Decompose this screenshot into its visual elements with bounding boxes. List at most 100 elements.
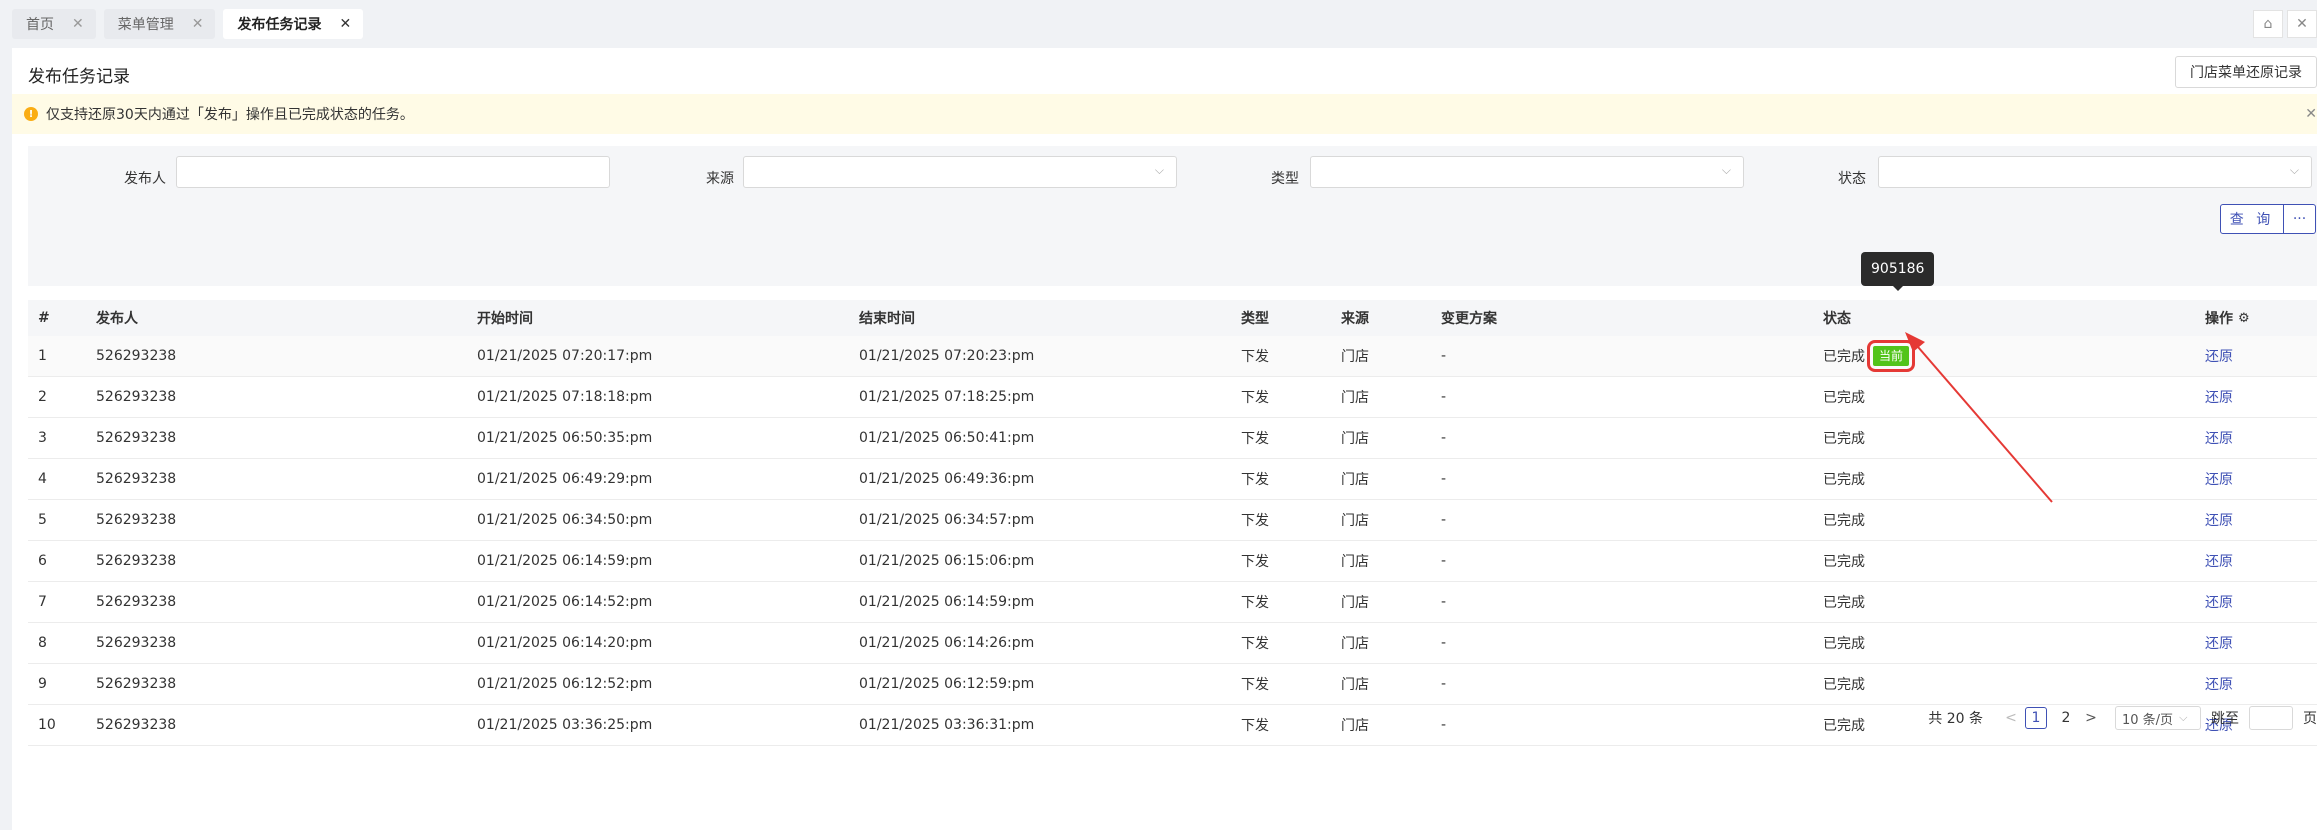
cell-type: 下发 — [1241, 513, 1269, 529]
restore-link[interactable]: 还原 — [2205, 623, 2233, 663]
cell-end-time: 01/21/2025 07:20:23:pm — [859, 348, 1035, 364]
next-page-icon[interactable]: > — [2081, 710, 2101, 726]
restore-link[interactable]: 还原 — [2205, 377, 2233, 417]
cell-source: 门店 — [1341, 718, 1369, 734]
header-source: 来源 — [1341, 311, 1369, 327]
chevron-down-icon: ⌵ — [2289, 163, 2299, 177]
page-1[interactable]: 1 — [2025, 707, 2047, 729]
cell-source: 门店 — [1341, 554, 1369, 570]
jump-page-input[interactable] — [2249, 706, 2293, 730]
restore-link[interactable]: 还原 — [2205, 459, 2233, 499]
cell-index: 5 — [38, 512, 47, 528]
table-header: # 发布人 开始时间 结束时间 类型 来源 变更方案 状态 操作 ⚙ — [28, 300, 2317, 336]
tabbar-actions: ⌂ ✕ — [2249, 10, 2317, 38]
page-title: 发布任务记录 — [28, 67, 130, 87]
more-button[interactable]: ··· — [2284, 204, 2316, 234]
cell-type: 下发 — [1241, 636, 1269, 652]
cell-type: 下发 — [1241, 554, 1269, 570]
gear-icon[interactable]: ⚙ — [2238, 311, 2250, 326]
warning-icon: ! — [24, 107, 38, 121]
cell-publisher: 526293238 — [96, 389, 177, 405]
close-icon[interactable]: ✕ — [192, 17, 204, 31]
restore-link[interactable]: 还原 — [2205, 336, 2233, 376]
restore-link[interactable]: 还原 — [2205, 541, 2233, 581]
cell-change-plan: - — [1441, 471, 1447, 487]
pagination: 共 20 条 < 1 2 > 10 条/页 ⌵ 跳至 页 — [1928, 704, 2317, 732]
home-icon[interactable]: ⌂ — [2253, 10, 2283, 38]
status-text: 已完成 — [1823, 390, 1865, 406]
status-text: 已完成 — [1823, 718, 1865, 734]
cell-type: 下发 — [1241, 472, 1269, 488]
close-icon[interactable]: ✕ — [339, 17, 351, 31]
cell-start-time: 01/21/2025 06:14:20:pm — [477, 635, 653, 651]
table-row: 4 526293238 01/21/2025 06:49:29:pm 01/21/20… — [28, 459, 2317, 500]
restore-link[interactable]: 还原 — [2205, 418, 2233, 458]
tab-home[interactable]: 首页 ✕ — [12, 9, 96, 39]
header-status: 状态 — [1823, 311, 1851, 327]
cell-type: 下发 — [1241, 595, 1269, 611]
tab-menu-management[interactable]: 菜单管理 ✕ — [103, 9, 216, 39]
cell-index: 7 — [38, 594, 47, 610]
cell-index: 1 — [38, 348, 47, 364]
cell-publisher: 526293238 — [96, 553, 177, 569]
tab-bar: 首页 ✕ 菜单管理 ✕ 发布任务记录 ✕ ⌂ ✕ — [0, 0, 2317, 48]
restore-link[interactable]: 还原 — [2205, 500, 2233, 540]
tooltip: 905186 — [1861, 252, 1935, 291]
close-all-icon[interactable]: ✕ — [2287, 10, 2317, 38]
cell-start-time: 01/21/2025 07:20:17:pm — [477, 348, 653, 364]
query-button[interactable]: 查 询 — [2220, 204, 2284, 234]
cell-end-time: 01/21/2025 06:12:59:pm — [859, 676, 1035, 692]
header-operation: 操作 ⚙ — [2205, 300, 2250, 336]
jump-label: 跳至 — [2211, 711, 2239, 727]
restore-link[interactable]: 还原 — [2205, 664, 2233, 704]
cell-end-time: 01/21/2025 06:14:59:pm — [859, 594, 1035, 610]
cell-status: 已完成 当前 — [1823, 336, 1916, 376]
page-size-select[interactable]: 10 条/页 ⌵ — [2115, 706, 2201, 730]
main-panel: 发布任务记录 门店菜单还原记录 ! 仅支持还原30天内通过「发布」操作且已完成状… — [12, 48, 2317, 830]
cell-index: 6 — [38, 553, 47, 569]
cell-status: 已完成 — [1823, 418, 1865, 458]
records-table: # 发布人 开始时间 结束时间 类型 来源 变更方案 状态 操作 ⚙ 1 52629… — [28, 300, 2317, 746]
header-publisher: 发布人 — [96, 311, 138, 327]
table-row: 3 526293238 01/21/2025 06:50:35:pm 01/21/20… — [28, 418, 2317, 459]
cell-end-time: 01/21/2025 07:18:25:pm — [859, 389, 1035, 405]
tab-publish-records[interactable]: 发布任务记录 ✕ — [223, 9, 364, 39]
table-row: 9 526293238 01/21/2025 06:12:52:pm 01/21/20… — [28, 664, 2317, 705]
table-row: 8 526293238 01/21/2025 06:14:20:pm 01/21/20… — [28, 623, 2317, 664]
status-text: 已完成 — [1823, 431, 1865, 447]
publisher-input[interactable] — [176, 156, 610, 188]
cell-status: 已完成 — [1823, 541, 1865, 581]
tab-label: 发布任务记录 — [237, 17, 322, 33]
cell-start-time: 01/21/2025 06:50:35:pm — [477, 430, 653, 446]
chevron-down-icon: ⌵ — [2179, 711, 2188, 724]
cell-change-plan: - — [1441, 389, 1447, 405]
cell-publisher: 526293238 — [96, 471, 177, 487]
cell-type: 下发 — [1241, 718, 1269, 734]
cell-source: 门店 — [1341, 349, 1369, 365]
cell-index: 8 — [38, 635, 47, 651]
page-2[interactable]: 2 — [2055, 707, 2077, 729]
cell-change-plan: - — [1441, 430, 1447, 446]
total-count: 共 20 条 — [1928, 711, 1983, 727]
page-suffix: 页 — [2303, 711, 2317, 727]
cell-source: 门店 — [1341, 636, 1369, 652]
current-tag[interactable]: 当前 — [1866, 340, 1916, 372]
cell-source: 门店 — [1341, 595, 1369, 611]
status-text: 已完成 — [1823, 636, 1865, 652]
header-end-time: 结束时间 — [859, 311, 915, 327]
source-select[interactable]: ⌵ — [743, 156, 1177, 188]
cell-publisher: 526293238 — [96, 717, 177, 733]
close-icon[interactable]: ✕ — [72, 17, 84, 31]
cell-start-time: 01/21/2025 06:12:52:pm — [477, 676, 653, 692]
cell-change-plan: - — [1441, 676, 1447, 692]
restore-link[interactable]: 还原 — [2205, 582, 2233, 622]
cell-start-time: 01/21/2025 06:49:29:pm — [477, 471, 653, 487]
cell-change-plan: - — [1441, 635, 1447, 651]
cell-index: 9 — [38, 676, 47, 692]
close-icon[interactable]: ✕ — [2305, 106, 2317, 122]
type-select[interactable]: ⌵ — [1310, 156, 1744, 188]
status-select[interactable]: ⌵ — [1878, 156, 2312, 188]
store-menu-restore-record-button[interactable]: 门店菜单还原记录 — [2175, 56, 2317, 88]
prev-page-icon[interactable]: < — [2001, 710, 2021, 726]
cell-type: 下发 — [1241, 677, 1269, 693]
